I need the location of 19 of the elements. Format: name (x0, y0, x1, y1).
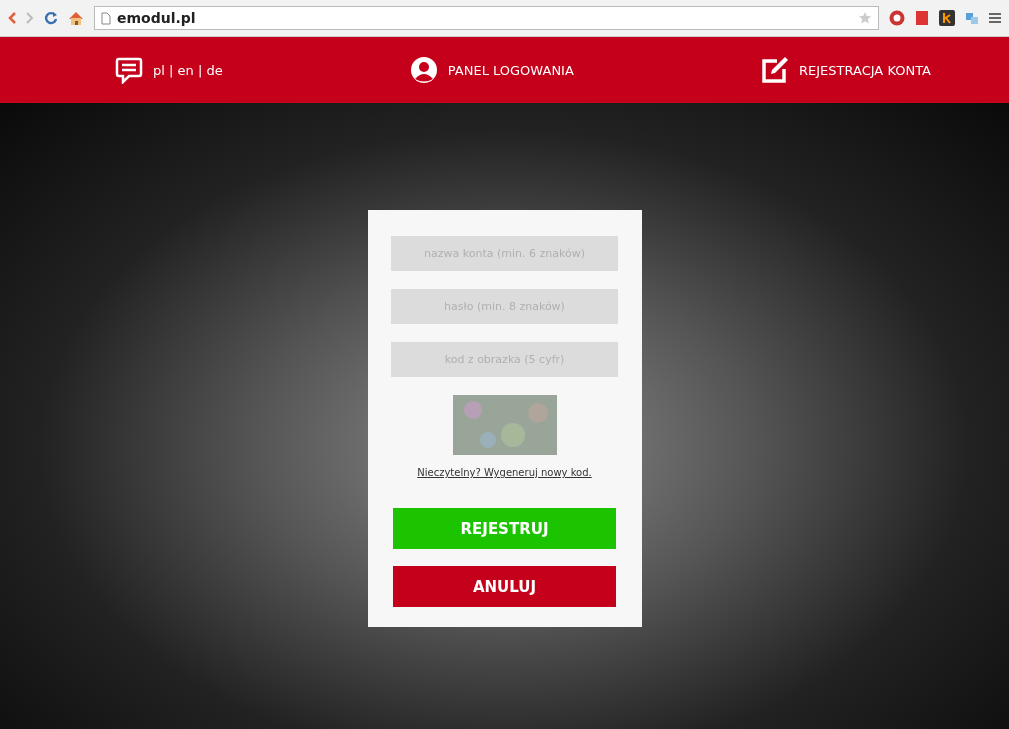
user-icon (409, 56, 438, 84)
page-icon (101, 11, 111, 25)
bookmark-icon[interactable] (915, 10, 929, 26)
regenerate-code-link[interactable]: Nieczytelny? Wygeneruj nowy kod. (417, 467, 592, 478)
register-account-link[interactable]: REJESTRACJA KONTA (761, 56, 931, 84)
back-icon[interactable] (8, 12, 16, 24)
edit-icon (761, 56, 789, 84)
address-bar[interactable]: emodul.pl (94, 6, 879, 30)
k-icon[interactable] (939, 10, 955, 26)
reload-icon[interactable] (44, 11, 58, 25)
stop-sign-icon[interactable] (889, 10, 905, 26)
home-icon[interactable] (68, 10, 84, 26)
language-links[interactable]: pl | en | de (153, 62, 223, 78)
chat-bubble-icon (115, 56, 143, 84)
star-icon[interactable] (858, 11, 872, 25)
cancel-button[interactable]: ANULUJ (393, 566, 616, 607)
menu-icon[interactable] (989, 13, 1001, 23)
sync-icon[interactable] (965, 11, 979, 25)
login-panel-link[interactable]: PANEL LOGOWANIA (409, 56, 574, 84)
